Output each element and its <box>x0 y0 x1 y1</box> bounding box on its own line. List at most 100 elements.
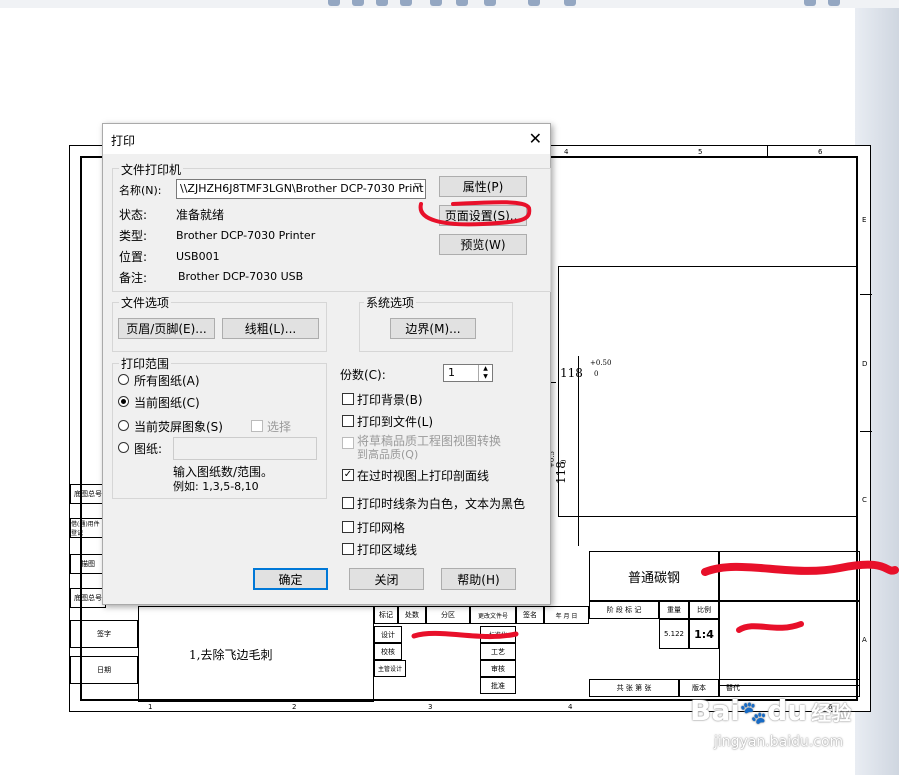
comment-label: 备注: <box>119 271 148 285</box>
window-icon[interactable] <box>828 0 840 6</box>
red-highlight <box>418 200 532 227</box>
printer-group-label: 文件打印机 <box>119 161 184 178</box>
role-cell: 审核 <box>480 660 516 677</box>
range-example: 例如: 1,3,5-8,10 <box>173 480 259 493</box>
type-value: Brother DCP-7030 Printer <box>176 229 316 242</box>
role-cell: 批准 <box>480 677 516 694</box>
zone-marker: 6 <box>818 148 823 156</box>
title-block-cell: 标记 <box>374 606 398 624</box>
radio-all-sheets-label: 所有图纸(A) <box>134 374 200 388</box>
copies-label: 份数(C): <box>340 368 386 382</box>
baidu-logo: Bai🐾du 经验 <box>690 694 852 727</box>
print-dialog: 打印 ✕ 文件打印机 名称(N): \\ZJHZH6J8TMF3LGN\Brot… <box>102 123 551 605</box>
print-background-checkbox[interactable] <box>342 393 354 405</box>
toolbar-icon[interactable] <box>456 0 468 6</box>
radio-sheets-label: 图纸: <box>134 442 163 456</box>
status-label: 状态: <box>119 208 148 222</box>
dimension-value: 118 <box>554 461 568 484</box>
left-label: 借(通)用件登记 <box>70 518 106 538</box>
print-section-checkbox[interactable]: ✓ <box>342 469 354 481</box>
weight-value: 5.122 <box>659 619 689 649</box>
white-lines-checkbox[interactable] <box>342 497 354 509</box>
ok-button[interactable]: 确定 <box>253 568 328 590</box>
print-grid-checkbox[interactable] <box>342 521 354 533</box>
role-cell: 校核 <box>374 643 402 660</box>
dimension-tolerance: 0 <box>560 459 568 464</box>
draft-quality-checkbox[interactable] <box>342 437 354 449</box>
title-block-cell: 更改文件号 <box>470 606 516 624</box>
left-label: 签字 <box>70 620 138 648</box>
preview-button[interactable]: 预览(W) <box>439 234 527 255</box>
window-icon[interactable] <box>804 0 816 6</box>
range-group-label: 打印范围 <box>119 355 172 372</box>
dimension-value: 118 <box>560 366 583 380</box>
zone-marker: 3 <box>428 703 433 711</box>
name-label: 名称(N): <box>119 184 162 197</box>
zone-marker: 1 <box>148 703 153 711</box>
radio-sheets[interactable] <box>118 442 129 453</box>
radio-current-sheet[interactable] <box>118 396 129 407</box>
select-checkbox-label: 选择 <box>267 420 292 434</box>
toolbar-icon[interactable] <box>484 0 496 6</box>
radio-all-sheets[interactable] <box>118 374 129 385</box>
red-annotation <box>736 621 804 633</box>
toolbar-strip <box>0 0 899 8</box>
print-region-label: 打印区域线 <box>357 543 418 557</box>
status-value: 准备就绪 <box>176 208 225 222</box>
zone-marker: C <box>862 496 867 504</box>
printer-select[interactable]: \\ZJHZH6J8TMF3LGN\Brother DCP-7030 Print… <box>176 179 426 199</box>
left-label: 底图总号 <box>70 588 106 608</box>
print-grid-label: 打印网格 <box>357 521 406 535</box>
print-background-label: 打印背景(B) <box>357 393 423 407</box>
close-button[interactable]: 关闭 <box>349 568 424 590</box>
left-label: 日期 <box>70 656 138 684</box>
radio-screen-image-label: 当前荧屏图象(S) <box>134 420 223 434</box>
dialog-titlebar: 打印 ✕ <box>103 124 550 154</box>
toolbar-icon[interactable] <box>400 0 412 6</box>
drawing-name-cell <box>719 601 860 686</box>
dialog-title: 打印 <box>111 134 136 148</box>
toolbar-icon[interactable] <box>328 0 340 6</box>
title-block-cell: 年 月 日 <box>544 606 589 624</box>
radio-current-sheet-label: 当前图纸(C) <box>134 396 200 410</box>
zone-marker: 4 <box>568 703 573 711</box>
sheets-input[interactable] <box>173 437 317 460</box>
zone-marker: 2 <box>292 703 297 711</box>
title-block-cell: 分区 <box>426 606 470 624</box>
location-value: USB001 <box>176 250 220 263</box>
draft-quality-label-2: 到高品质(Q) <box>357 448 419 461</box>
radio-screen-image[interactable] <box>118 420 129 431</box>
toolbar-icon[interactable] <box>376 0 388 6</box>
header-footer-button[interactable]: 页眉/页脚(E)... <box>118 318 215 339</box>
toolbar-icon[interactable] <box>430 0 442 6</box>
comment-value: Brother DCP-7030 USB <box>178 270 304 283</box>
line-weight-button[interactable]: 线粗(L)... <box>222 318 319 339</box>
print-to-file-checkbox[interactable] <box>342 415 354 427</box>
chevron-down-icon: ▽ <box>414 182 421 192</box>
toolbar-icon[interactable] <box>528 0 540 6</box>
role-cell: 主管设计 <box>374 660 406 677</box>
zone-marker: 4 <box>564 148 569 156</box>
print-region-checkbox[interactable] <box>342 543 354 555</box>
doc-options-label: 文件选项 <box>119 294 172 311</box>
toolbar-icon[interactable] <box>352 0 364 6</box>
select-checkbox[interactable] <box>251 420 263 432</box>
copies-value: 1 <box>448 366 455 379</box>
technical-note: 1,去除飞边毛刺 <box>138 606 374 702</box>
zone-marker: E <box>862 216 867 224</box>
zone-marker: 5 <box>698 148 703 156</box>
dimension-tolerance: 0 <box>594 370 599 378</box>
help-button[interactable]: 帮助(H) <box>441 568 516 590</box>
zone-marker: D <box>862 360 868 368</box>
close-icon[interactable]: ✕ <box>529 129 542 148</box>
system-options-label: 系统选项 <box>364 294 417 311</box>
margins-button[interactable]: 边界(M)... <box>390 318 476 339</box>
spin-arrows-icon[interactable]: ▲ ▼ <box>478 365 492 381</box>
toolbar-icon[interactable] <box>564 0 576 6</box>
left-label: 描图 <box>70 554 106 574</box>
printer-select-value: \\ZJHZH6J8TMF3LGN\Brother DCP-7030 Print <box>180 182 424 195</box>
copies-stepper[interactable]: 1 ▲ ▼ <box>443 364 493 382</box>
print-to-file-label: 打印到文件(L) <box>357 415 434 429</box>
scale-value: 1:4 <box>689 619 719 649</box>
properties-button[interactable]: 属性(P) <box>439 176 527 197</box>
